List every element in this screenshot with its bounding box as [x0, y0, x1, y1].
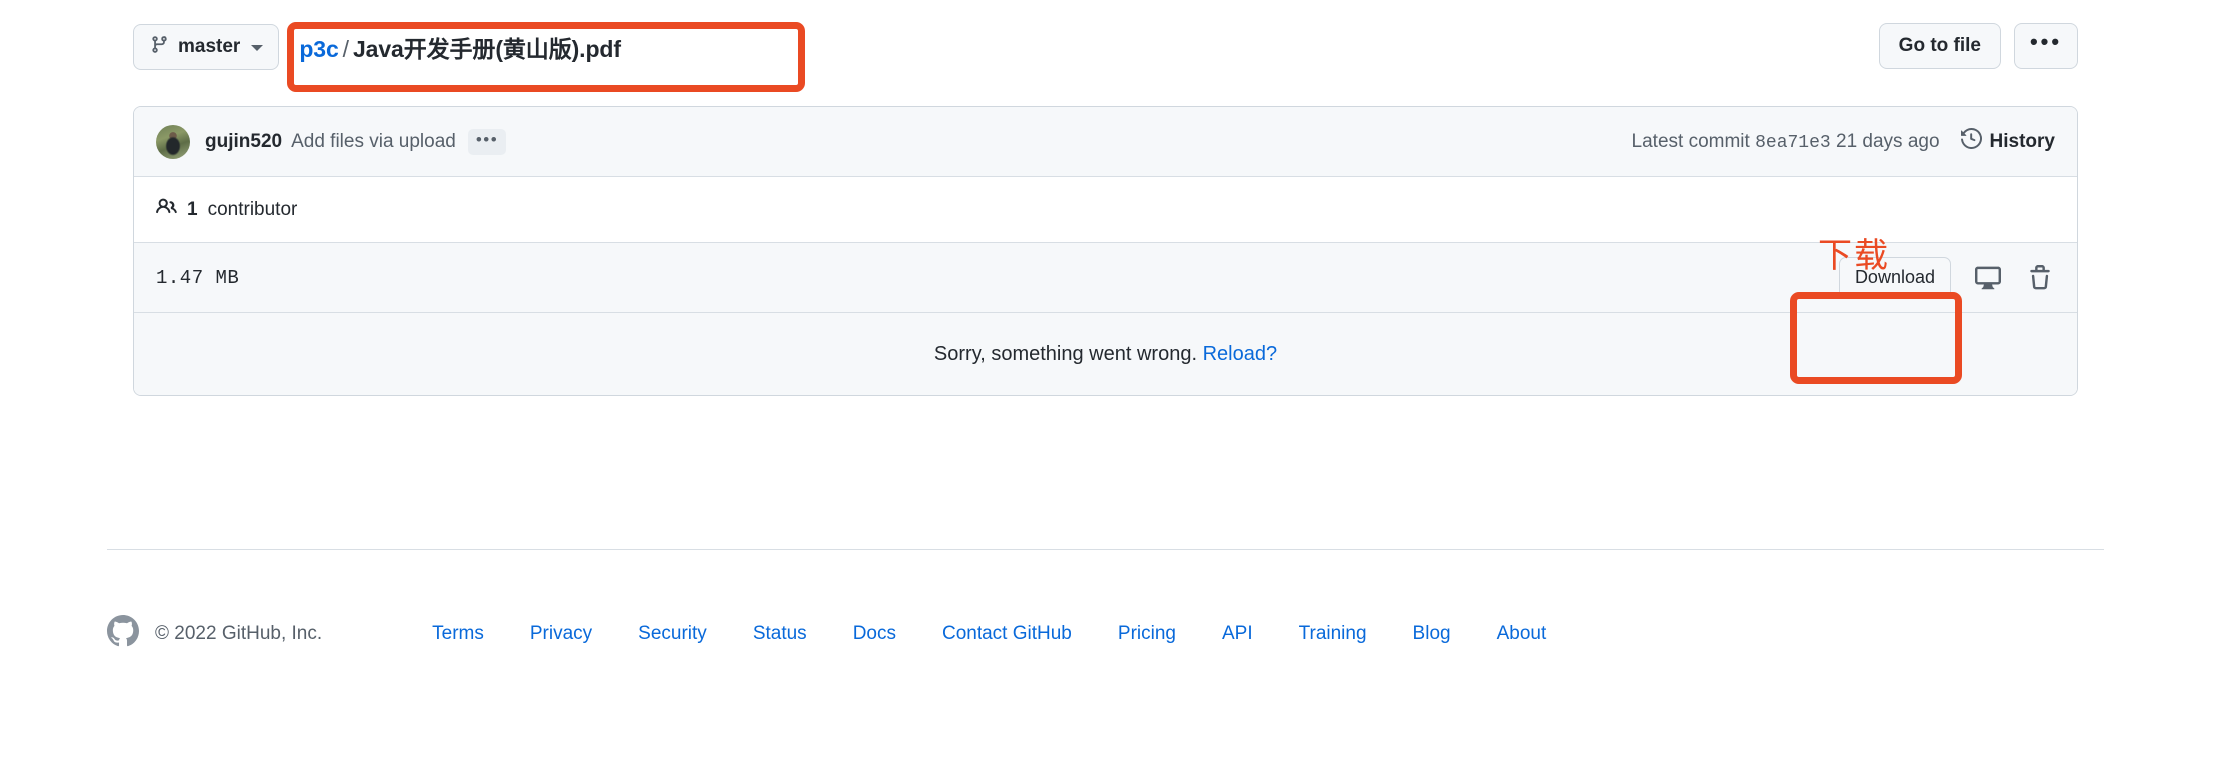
- avatar[interactable]: [156, 124, 190, 159]
- history-link[interactable]: History: [1960, 127, 2055, 155]
- error-message: Sorry, something went wrong. Reload?: [934, 343, 1277, 366]
- footer-link-status[interactable]: Status: [730, 623, 830, 645]
- footer-link-security[interactable]: Security: [615, 623, 730, 645]
- footer-link-training[interactable]: Training: [1276, 623, 1390, 645]
- history-clock-icon: [1960, 127, 1982, 155]
- breadcrumb-separator: /: [342, 36, 349, 62]
- latest-commit-info: Latest commit 8ea71e3 21 days ago: [1632, 131, 1940, 153]
- github-file-page: master p3c / Java开发手册(黄山版).pdf Go to file …: [0, 0, 2224, 760]
- footer-link-api[interactable]: API: [1199, 623, 1276, 645]
- footer-copyright: © 2022 GitHub, Inc.: [107, 615, 322, 653]
- annotation-label-download: 下载: [1818, 236, 1890, 276]
- file-header: master p3c / Java开发手册(黄山版).pdf Go to file …: [133, 23, 2078, 71]
- site-footer: © 2022 GitHub, Inc. Terms Privacy Securi…: [107, 615, 2104, 653]
- footer-link-terms[interactable]: Terms: [432, 623, 507, 645]
- reload-link[interactable]: Reload?: [1203, 343, 1278, 365]
- chevron-down-icon: [251, 45, 264, 51]
- people-icon: [156, 196, 177, 223]
- commit-author-link[interactable]: gujin520: [205, 131, 282, 153]
- commit-expand-button[interactable]: •••: [467, 128, 507, 155]
- device-desktop-icon[interactable]: [1973, 263, 2003, 293]
- commit-message[interactable]: Add files via upload: [291, 131, 456, 153]
- commit-timestamp: 21 days ago: [1836, 130, 1940, 152]
- footer-link-docs[interactable]: Docs: [830, 623, 919, 645]
- breadcrumb-repo-link[interactable]: p3c: [299, 36, 338, 62]
- file-size-label: 1.47 MB: [156, 266, 240, 289]
- error-message-text: Sorry, something went wrong.: [933, 342, 1197, 365]
- go-to-file-button[interactable]: Go to file: [1878, 23, 2001, 69]
- file-header-actions: Go to file •••: [1878, 23, 2078, 69]
- more-options-button[interactable]: •••: [2014, 23, 2078, 69]
- latest-commit-label: Latest commit: [1631, 130, 1750, 152]
- contributors-label: contributor: [207, 198, 298, 220]
- branch-selector[interactable]: master: [133, 24, 280, 70]
- contributors-count: 1: [187, 198, 198, 220]
- latest-commit-row: gujin520 Add files via upload ••• Latest…: [134, 107, 2077, 177]
- git-branch-icon: [150, 35, 169, 60]
- footer-links: Terms Privacy Security Status Docs Conta…: [432, 623, 1569, 645]
- breadcrumb-filename: Java开发手册(黄山版).pdf: [352, 36, 621, 62]
- contributors-link[interactable]: 1 contributor: [156, 196, 297, 223]
- file-meta-row: 1.47 MB Download: [134, 243, 2077, 313]
- github-mark-icon[interactable]: [107, 615, 139, 653]
- file-preview-error-row: Sorry, something went wrong. Reload?: [134, 313, 2077, 395]
- footer-link-contact-github[interactable]: Contact GitHub: [919, 623, 1095, 645]
- file-content-box: gujin520 Add files via upload ••• Latest…: [133, 106, 2078, 396]
- footer-divider: [107, 549, 2104, 550]
- copyright-text: © 2022 GitHub, Inc.: [155, 623, 323, 644]
- footer-link-pricing[interactable]: Pricing: [1095, 623, 1199, 645]
- footer-link-about[interactable]: About: [1474, 623, 1570, 645]
- trash-icon[interactable]: [2025, 263, 2055, 293]
- footer-link-blog[interactable]: Blog: [1390, 623, 1474, 645]
- commit-sha-link[interactable]: 8ea71e3: [1755, 133, 1831, 153]
- breadcrumb: p3c / Java开发手册(黄山版).pdf: [299, 30, 621, 64]
- footer-link-privacy[interactable]: Privacy: [507, 623, 615, 645]
- contributors-row: 1 contributor: [134, 177, 2077, 243]
- branch-name-label: master: [178, 36, 241, 57]
- history-label: History: [1989, 130, 2055, 152]
- commit-meta: Latest commit 8ea71e3 21 days ago Histor…: [1632, 127, 2055, 155]
